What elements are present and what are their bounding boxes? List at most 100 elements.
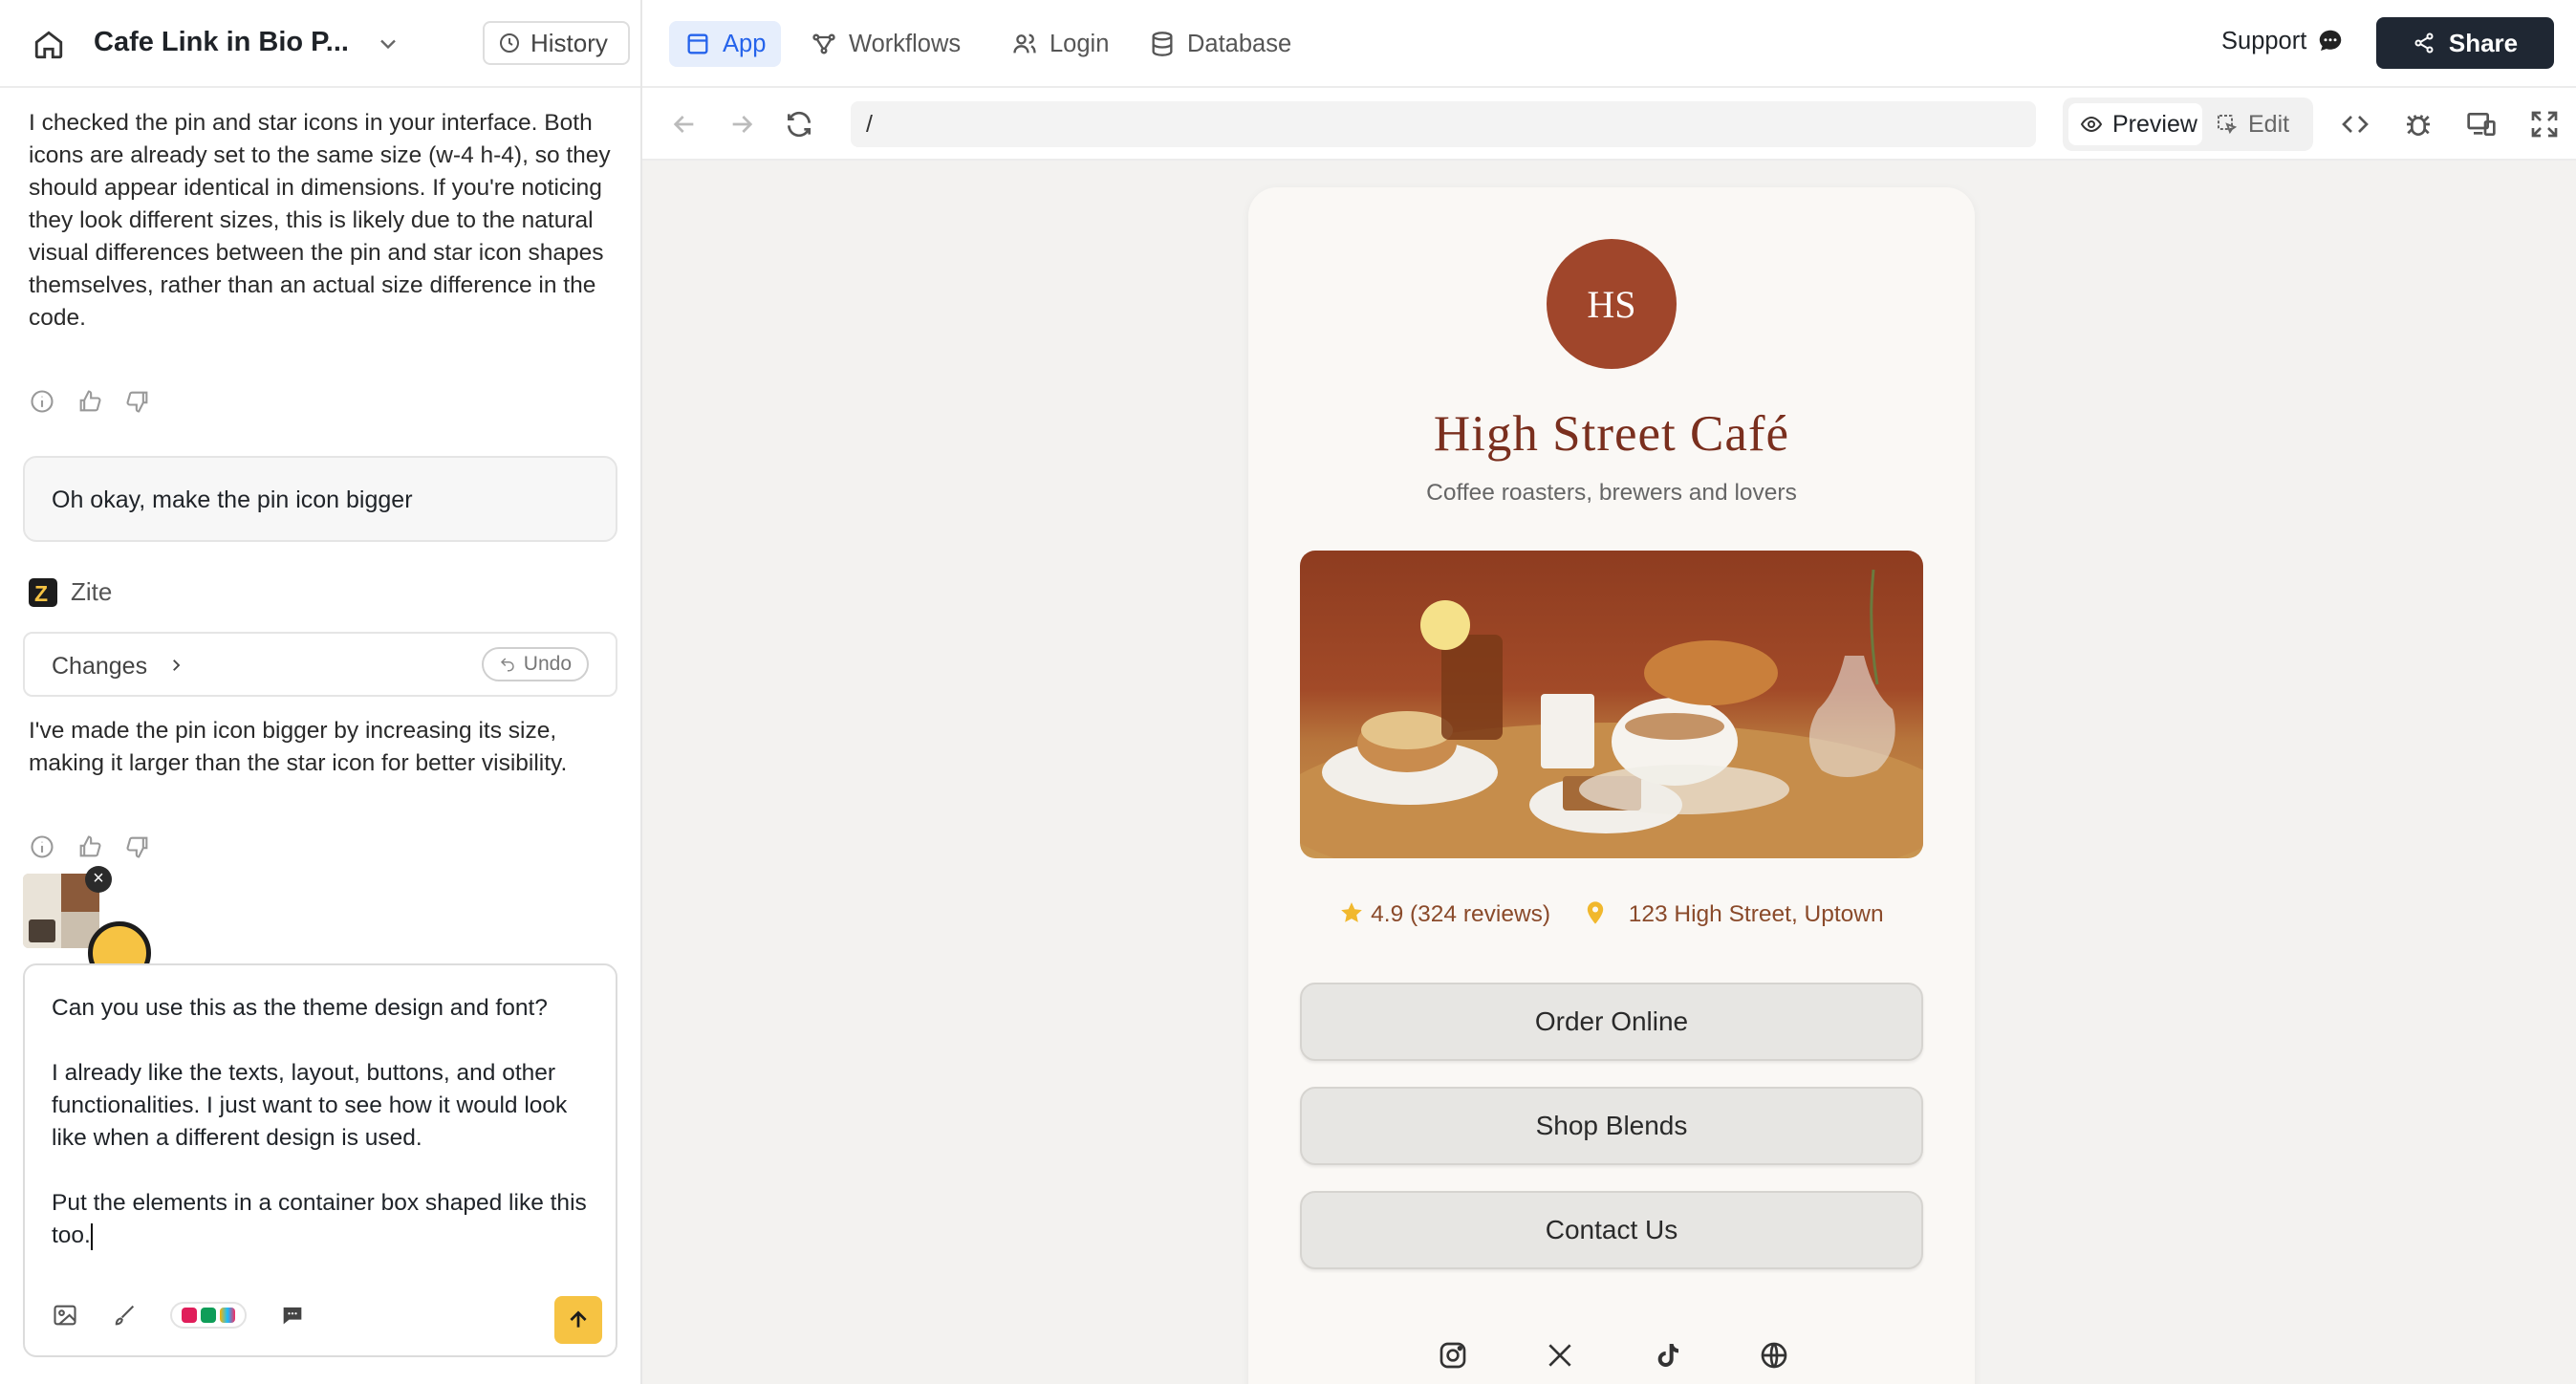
view-mode-toggle: Preview Edit [2063, 97, 2313, 151]
x-icon[interactable] [1545, 1340, 1575, 1371]
composer-line: Can you use this as the theme design and… [52, 995, 548, 1021]
chat-bubble-icon [2320, 30, 2342, 51]
changes-label: Changes [52, 653, 148, 680]
user-message: Oh okay, make the pin icon bigger [23, 456, 617, 542]
globe-icon[interactable] [1759, 1340, 1789, 1371]
project-title[interactable]: Cafe Link in Bio P... [94, 27, 349, 58]
refresh-icon[interactable] [784, 109, 814, 140]
info-icon[interactable] [29, 388, 55, 415]
preview-canvas: HS High Street Café Coffee roasters, bre… [642, 161, 2576, 1384]
code-icon[interactable] [2340, 109, 2370, 140]
changes-panel[interactable]: Changes Undo [23, 632, 617, 697]
feedback-row [29, 388, 151, 415]
layout-icon [687, 33, 708, 54]
history-button[interactable]: History [483, 21, 630, 65]
brush-icon[interactable] [111, 1302, 138, 1329]
tab-app[interactable]: App [669, 21, 782, 67]
instagram-icon[interactable] [1438, 1340, 1468, 1371]
tiktok-icon[interactable] [1652, 1340, 1682, 1371]
tab-workflows[interactable]: Workflows [795, 21, 976, 67]
chat-panel: Cafe Link in Bio P... History I checked … [0, 0, 642, 1384]
info-icon[interactable] [29, 833, 55, 860]
history-label: History [530, 28, 608, 57]
share-button[interactable]: Share [2376, 17, 2554, 69]
text-caret [90, 1222, 93, 1250]
app-window: Cafe Link in Bio P... History I checked … [0, 0, 2576, 1384]
workflow-icon [812, 33, 835, 54]
forward-arrow-icon[interactable] [726, 109, 757, 140]
edit-button[interactable]: Edit [2216, 103, 2289, 145]
thumbs-down-icon[interactable] [124, 833, 151, 860]
chevron-right-icon [167, 653, 184, 681]
undo-label: Undo [523, 653, 572, 675]
thumbs-up-icon[interactable] [76, 388, 103, 415]
contact-us-button[interactable]: Contact Us [1300, 1191, 1923, 1269]
clock-icon [500, 33, 519, 53]
assistant-message: I checked the pin and star icons in your… [29, 110, 611, 331]
chat-header: Cafe Link in Bio P... History [0, 0, 640, 88]
remove-attachment-icon[interactable]: × [85, 866, 112, 893]
preview-actions [2340, 109, 2560, 140]
url-bar[interactable]: / [851, 101, 2036, 147]
zite-logo-icon: Z [29, 577, 57, 607]
tab-label: Login [1050, 30, 1110, 57]
airtable-icon [220, 1308, 235, 1323]
address-text: 123 High Street, Uptown [1628, 901, 1884, 927]
preview-label: Preview [2112, 110, 2197, 138]
message-composer[interactable]: Can you use this as the theme design and… [23, 963, 617, 1357]
home-icon[interactable] [32, 29, 65, 61]
star-icon [1341, 902, 1363, 922]
edit-label: Edit [2248, 110, 2290, 138]
assistant-label: Z Zite [29, 577, 112, 607]
database-icon [1152, 32, 1173, 56]
share-icon [2414, 32, 2434, 54]
fullscreen-icon[interactable] [2529, 109, 2560, 140]
avatar: HS [1547, 239, 1677, 369]
top-navigation: App Workflows Login Database Support Sha… [642, 0, 2576, 88]
eye-icon [2080, 116, 2103, 133]
share-label: Share [2448, 28, 2519, 57]
cafe-tagline: Coffee roasters, brewers and lovers [1426, 480, 1797, 506]
cafe-meta-row: 4.9 (324 reviews) 123 High Street, Uptow… [1248, 898, 1975, 928]
cafe-hero-image [1300, 551, 1923, 858]
select-cursor-icon [2218, 115, 2238, 135]
sheets-icon [201, 1308, 216, 1323]
thumbs-up-icon[interactable] [76, 833, 103, 860]
assistant-message: I've made the pin icon bigger by increas… [29, 718, 568, 776]
image-icon[interactable] [52, 1302, 78, 1329]
link-in-bio-card: HS High Street Café Coffee roasters, bre… [1248, 187, 1975, 1384]
composer-line: Put the elements in a container box shap… [52, 1190, 587, 1248]
chat-bubble-icon[interactable] [279, 1302, 306, 1329]
composer-input[interactable]: Can you use this as the theme design and… [52, 992, 606, 1252]
assistant-name: Zite [71, 577, 113, 606]
arrow-up-icon [570, 1310, 587, 1328]
tab-label: Database [1187, 30, 1292, 57]
rating-text: 4.9 (324 reviews) [1371, 901, 1551, 927]
chevron-down-icon[interactable] [375, 31, 401, 57]
devices-icon[interactable] [2466, 109, 2497, 140]
send-button[interactable] [554, 1296, 602, 1344]
composer-line: I already like the texts, layout, button… [52, 1060, 568, 1151]
preview-toolbar: / Preview Edit [642, 90, 2576, 161]
slack-icon [182, 1308, 197, 1323]
support-label: Support [2221, 27, 2307, 54]
tab-label: App [723, 30, 767, 57]
undo-icon [500, 658, 514, 672]
undo-button[interactable]: Undo [481, 647, 589, 681]
social-links [1438, 1340, 1789, 1371]
back-arrow-icon[interactable] [669, 109, 700, 140]
tab-label: Workflows [849, 30, 962, 57]
composer-toolbar [52, 1302, 306, 1329]
thumbs-down-icon[interactable] [124, 388, 151, 415]
feedback-row [29, 833, 151, 860]
tab-login[interactable]: Login [996, 21, 1124, 67]
users-icon [1013, 33, 1036, 54]
preview-button[interactable]: Preview [2068, 103, 2202, 145]
tab-database[interactable]: Database [1134, 21, 1307, 67]
shop-blends-button[interactable]: Shop Blends [1300, 1087, 1923, 1165]
support-link[interactable]: Support [2221, 27, 2345, 55]
bug-icon[interactable] [2403, 109, 2434, 140]
order-online-button[interactable]: Order Online [1300, 983, 1923, 1061]
cafe-name: High Street Café [1433, 406, 1790, 462]
integrations-button[interactable] [170, 1302, 247, 1329]
